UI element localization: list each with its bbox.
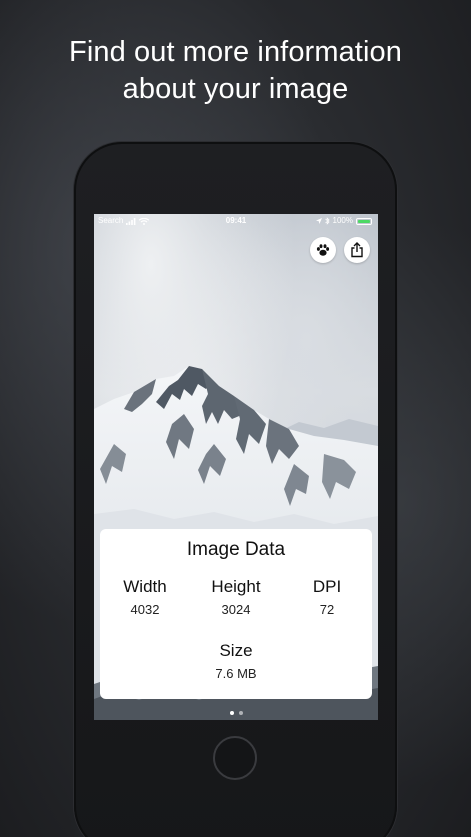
height-label: Height [211,577,261,596]
phone-screen: Search 09:41 100% Image Data Width 4032 … [94,214,378,720]
battery-icon [356,217,372,225]
promo-headline: Find out more information about your ima… [0,34,471,108]
bluetooth-icon [324,217,330,225]
home-button[interactable] [213,736,257,780]
battery-percent: 100% [332,216,353,225]
page-indicator[interactable] [94,711,378,715]
image-data-card: Image Data Width 4032 Height 3024 DPI 72… [100,529,372,699]
share-button[interactable] [344,237,370,263]
width-label: Width [123,577,167,596]
size-value: 7.6 MB [215,666,257,681]
status-right: 100% [315,214,372,228]
page-dot [238,711,243,715]
paw-button[interactable] [310,237,336,263]
width-value: 4032 [130,602,160,617]
card-title: Image Data [186,539,286,560]
headline-line-1: Find out more information [69,36,402,68]
status-bar: Search 09:41 100% [94,214,378,228]
dpi-label: DPI [312,577,342,596]
width-field: Width 4032 [100,577,190,617]
dpi-field: DPI 72 [282,577,372,617]
headline-line-2: about your image [122,73,349,105]
height-value: 3024 [221,602,251,617]
paw-icon [316,244,330,256]
page-dot-active [229,711,234,715]
location-icon [315,218,322,224]
share-icon [351,242,363,258]
size-label: Size [219,641,253,660]
size-field: Size 7.6 MB [191,641,281,681]
dpi-value: 72 [319,602,335,617]
height-field: Height 3024 [191,577,281,617]
